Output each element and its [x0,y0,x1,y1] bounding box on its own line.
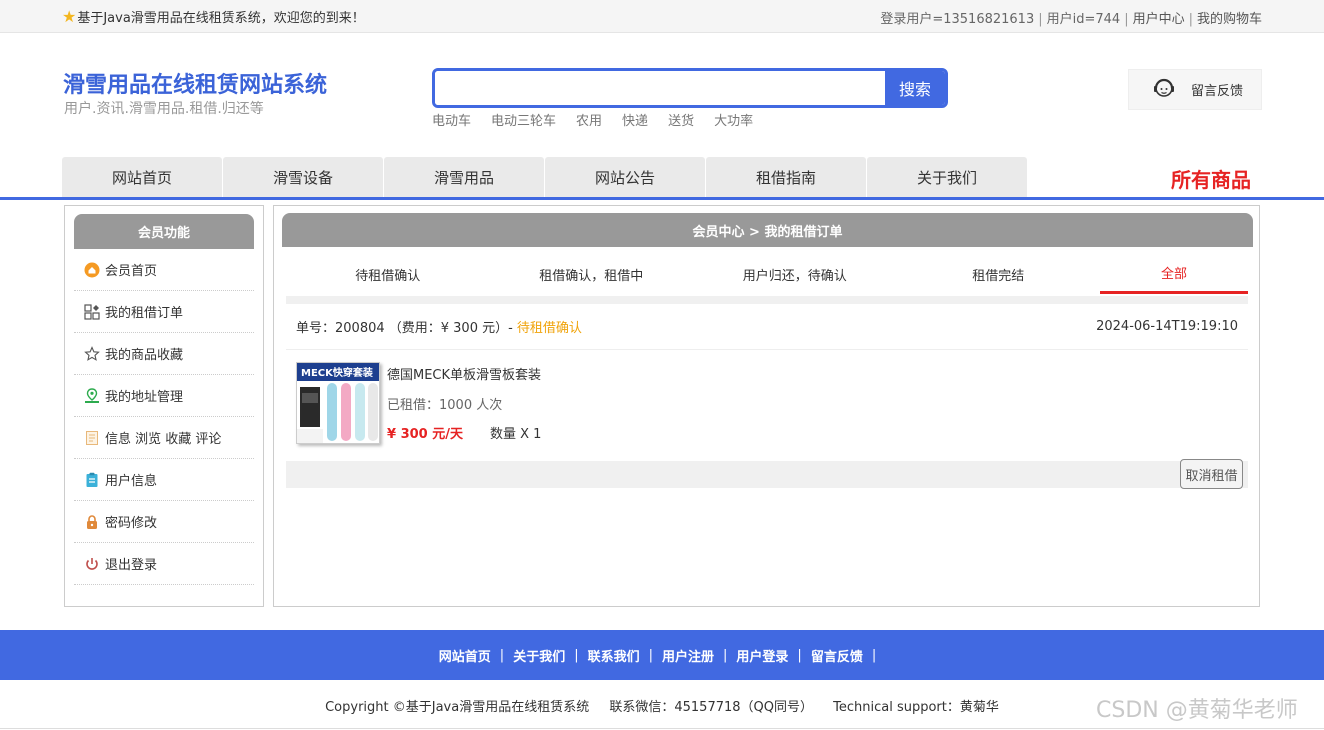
order-footer: 取消租借 [286,459,1248,489]
hot-words: 电动车 电动三轮车 农用 快递 送货 大功率 [432,110,753,129]
site-subtitle: 用户.资讯.滑雪用品.租借.归还等 [64,101,264,117]
nav-rental-guide[interactable]: 租借指南 [706,157,866,197]
breadcrumb: 会员中心 > 我的租借订单 [282,213,1253,247]
power-icon [84,556,100,572]
footer-link-register[interactable]: 用户注册 [662,646,714,665]
sidebar-item-rental-orders[interactable]: 我的租借订单 [74,291,254,333]
footer-links: 网站首页 | 关于我们 | 联系我们 | 用户注册 | 用户登录 | 留言反馈 | [0,630,1324,680]
nav-ski-supplies[interactable]: 滑雪用品 [384,157,544,197]
sidebar-item-logout[interactable]: 退出登录 [74,543,254,585]
footer-link-feedback[interactable]: 留言反馈 [811,646,863,665]
sidebar-item-label: 会员首页 [105,264,158,279]
nav-about-us[interactable]: 关于我们 [867,157,1027,197]
product-quantity: 数量 X 1 [490,427,542,442]
hot-word[interactable]: 快递 [622,110,648,129]
watermark: CSDN @黄菊华老师 [1096,698,1298,723]
sidebar-item-label: 密码修改 [105,516,158,531]
footer-link-contact[interactable]: 联系我们 [588,646,640,665]
search-box: 搜索 [432,68,948,108]
top-bar: ★ 基于Java滑雪用品在线租赁系统，欢迎您的到来！ 登录用户=13516821… [0,0,1324,33]
nav-announcements[interactable]: 网站公告 [545,157,705,197]
order-product: MECK快穿套装 德国MECK单板滑雪板套装 已租借：1000 人次 ¥ 300… [296,360,896,450]
order-header: 单号：200804 （费用：¥ 300 元）- 待租借确认 2024-06-14… [286,304,1248,350]
sidebar-menu: 会员首页 我的租借订单 我的商品收藏 我的地址管理 信息 浏览 收藏 评论 用户… [74,249,254,585]
order-panel: 会员中心 > 我的租借订单 待租借确认 租借确认，租借中 用户归还，待确认 租借… [273,205,1260,607]
rent-count: 已租借：1000 人次 [387,398,503,413]
search-input[interactable] [435,71,885,105]
user-center-link[interactable]: 用户中心 [1133,12,1185,27]
order-grid-icon [84,303,100,320]
star-icon [84,345,100,362]
product-thumbnail[interactable]: MECK快穿套装 [296,362,380,444]
sidebar-item-label: 退出登录 [105,558,158,573]
feedback-button[interactable]: 留言反馈 [1128,69,1262,110]
location-icon [84,387,100,404]
headset-icon [1151,75,1177,105]
lock-icon [84,514,100,530]
star-icon: ★ [62,6,77,26]
support-text: Technical support：黄菊华 [833,700,999,715]
thumbnail-caption: MECK快穿套装 [301,366,373,379]
sidebar-item-password[interactable]: 密码修改 [74,501,254,543]
clipboard-icon [84,472,100,488]
cart-link[interactable]: 我的购物车 [1197,12,1262,27]
sidebar-item-favorites[interactable]: 我的商品收藏 [74,333,254,375]
user-id: 用户id=744 [1046,12,1121,27]
member-sidebar: 会员功能 会员首页 我的租借订单 我的商品收藏 我的地址管理 信息 浏览 收藏 … [64,205,264,607]
feedback-label: 留言反馈 [1191,84,1244,99]
hot-word[interactable]: 大功率 [714,110,753,129]
all-goods-link[interactable]: 所有商品 [1171,164,1251,193]
document-icon [84,430,100,446]
hot-word[interactable]: 农用 [576,110,602,129]
site-title[interactable]: 滑雪用品在线租赁网站系统 [63,67,327,99]
product-price: ¥ 300 元/天 [387,427,463,442]
sidebar-item-address[interactable]: 我的地址管理 [74,375,254,417]
home-icon [84,262,100,278]
login-user: 登录用户=13516821613 [880,12,1035,27]
hot-word[interactable]: 送货 [668,110,694,129]
order-separator [286,296,1248,304]
sidebar-item-info-browse[interactable]: 信息 浏览 收藏 评论 [74,417,254,459]
sidebar-item-label: 用户信息 [105,474,158,489]
search-button[interactable]: 搜索 [885,71,945,105]
copyright-text: Copyright ©基于Java滑雪用品在线租赁系统 [325,700,590,715]
sidebar-item-label: 我的租借订单 [105,306,184,321]
footer-link-login[interactable]: 用户登录 [736,646,788,665]
sidebar-item-label: 信息 浏览 收藏 评论 [105,432,222,447]
hot-word[interactable]: 电动三轮车 [491,110,556,129]
nav-home[interactable]: 网站首页 [62,157,222,197]
tab-pending-confirm[interactable]: 待租借确认 [286,254,490,294]
bottom-divider [0,728,1324,729]
sidebar-item-label: 我的地址管理 [105,390,184,405]
tab-renting[interactable]: 租借确认，租借中 [490,254,694,294]
sidebar-item-member-home[interactable]: 会员首页 [74,249,254,291]
welcome-text: 基于Java滑雪用品在线租赁系统，欢迎您的到来！ [77,11,365,26]
order-time: 2024-06-14T19:19:10 [1096,319,1238,334]
tab-all[interactable]: 全部 [1100,254,1248,294]
hot-word[interactable]: 电动车 [432,110,471,129]
main-nav: 网站首页 滑雪设备 滑雪用品 网站公告 租借指南 关于我们 [62,157,1027,197]
sidebar-title: 会员功能 [74,214,254,249]
tab-completed[interactable]: 租借完结 [897,254,1101,294]
order-tabs: 待租借确认 租借确认，租借中 用户归还，待确认 租借完结 全部 [286,254,1248,294]
nav-ski-equipment[interactable]: 滑雪设备 [223,157,383,197]
nav-divider [0,197,1324,200]
product-name[interactable]: 德国MECK单板滑雪板套装 [387,364,541,383]
contact-text: 联系微信：45157718（QQ同号） [609,700,813,715]
order-number: 单号：200804 （费用：¥ 300 元）- [296,321,513,336]
footer-link-home[interactable]: 网站首页 [439,646,491,665]
order-status: 待租借确认 [516,321,582,336]
footer-link-about[interactable]: 关于我们 [513,646,565,665]
cancel-rental-button[interactable]: 取消租借 [1180,459,1243,489]
welcome-message: ★ 基于Java滑雪用品在线租赁系统，欢迎您的到来！ [62,7,365,26]
sidebar-item-user-info[interactable]: 用户信息 [74,459,254,501]
tab-returned[interactable]: 用户归还，待确认 [693,254,897,294]
user-links: 登录用户=13516821613 | 用户id=744 | 用户中心 | 我的购物车 [880,12,1262,27]
sidebar-item-label: 我的商品收藏 [105,348,184,363]
